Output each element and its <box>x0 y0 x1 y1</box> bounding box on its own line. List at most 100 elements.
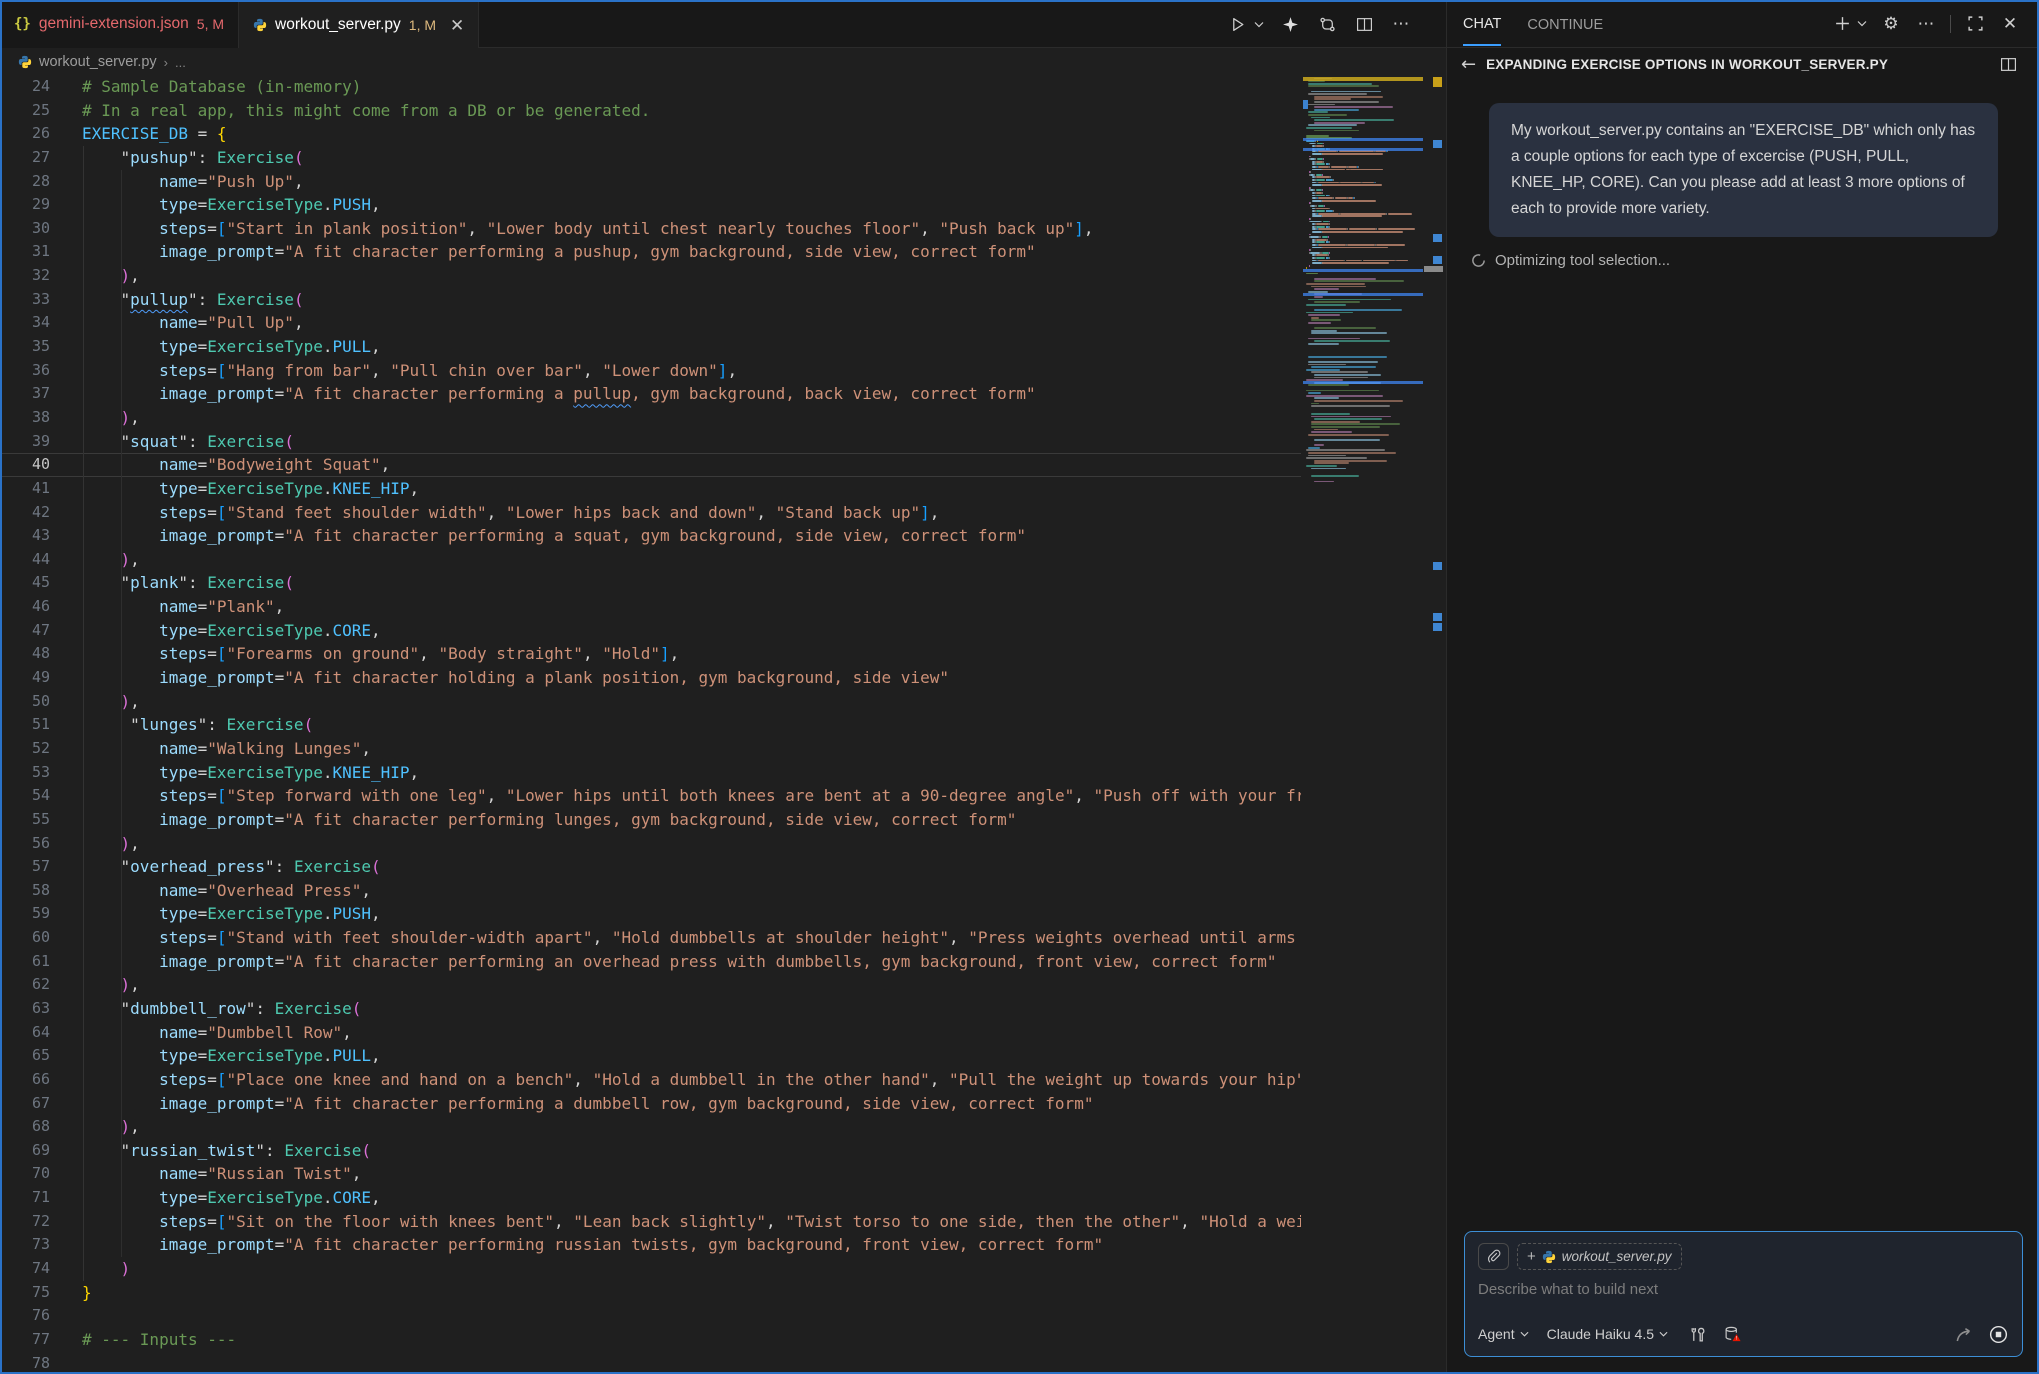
code-line[interactable]: 25# In a real app, this might come from … <box>0 99 1301 123</box>
code-line[interactable]: 34 name="Pull Up", <box>0 311 1301 335</box>
code-line[interactable]: 27 "pushup": Exercise( <box>0 146 1301 170</box>
attach-button[interactable] <box>1478 1243 1509 1270</box>
code-line[interactable]: 31 image_prompt="A fit character perform… <box>0 240 1301 264</box>
maximize-panel-icon[interactable] <box>1964 13 1986 35</box>
code-line[interactable]: 73 image_prompt="A fit character perform… <box>0 1233 1301 1257</box>
run-dropdown-chevron-icon[interactable] <box>1254 21 1264 28</box>
tab-workout-server-py[interactable]: workout_server.py 1, M ✕ <box>239 0 479 48</box>
code-line[interactable]: 71 type=ExerciseType.CORE, <box>0 1186 1301 1210</box>
overview-ruler[interactable] <box>1423 75 1445 1374</box>
close-panel-icon[interactable]: ✕ <box>1999 13 2021 35</box>
code-line[interactable]: 24# Sample Database (in-memory) <box>0 75 1301 99</box>
code-line[interactable]: 76 <box>0 1304 1301 1328</box>
code-line[interactable]: 58 name="Overhead Press", <box>0 879 1301 903</box>
code-line[interactable]: 30 steps=["Start in plank position", "Lo… <box>0 217 1301 241</box>
divider <box>1950 15 1951 33</box>
code-line[interactable]: 33 "pullup": Exercise( <box>0 288 1301 312</box>
code-line[interactable]: 60 steps=["Stand with feet shoulder-widt… <box>0 926 1301 950</box>
code-line[interactable]: 43 image_prompt="A fit character perform… <box>0 524 1301 548</box>
code-line[interactable]: 29 type=ExerciseType.PUSH, <box>0 193 1301 217</box>
code-line[interactable]: 66 steps=["Place one knee and hand on a … <box>0 1068 1301 1092</box>
code-line[interactable]: 47 type=ExerciseType.CORE, <box>0 619 1301 643</box>
open-changes-icon[interactable] <box>1316 13 1338 35</box>
code-line[interactable]: 55 image_prompt="A fit character perform… <box>0 808 1301 832</box>
new-chat-button[interactable] <box>1831 13 1853 35</box>
tab-chat[interactable]: CHAT <box>1463 2 1501 46</box>
code-line[interactable]: 78 <box>0 1352 1301 1374</box>
code-area[interactable]: 24# Sample Database (in-memory)25# In a … <box>0 75 1301 1374</box>
code-line[interactable]: 72 steps=["Sit on the floor with knees b… <box>0 1210 1301 1234</box>
breadcrumb[interactable]: workout_server.py › ... <box>0 49 1446 75</box>
code-line[interactable]: 69 "russian_twist": Exercise( <box>0 1139 1301 1163</box>
code-line[interactable]: 70 name="Russian Twist", <box>0 1162 1301 1186</box>
chat-input-placeholder[interactable]: Describe what to build next <box>1478 1281 2009 1298</box>
code-line[interactable]: 77# --- Inputs --- <box>0 1328 1301 1352</box>
editor-group: {} gemini-extension.json 5, M workout_se… <box>0 0 1446 1374</box>
tab-gemini-extension-json[interactable]: {} gemini-extension.json 5, M <box>0 0 239 48</box>
model-dropdown[interactable]: Claude Haiku 4.5 <box>1547 1326 1668 1342</box>
code-line[interactable]: 36 steps=["Hang from bar", "Pull chin ov… <box>0 359 1301 383</box>
code-line[interactable]: 32 ), <box>0 264 1301 288</box>
line-number: 71 <box>0 1186 50 1210</box>
info-marker <box>1433 623 1442 631</box>
code-line[interactable]: 28 name="Push Up", <box>0 170 1301 194</box>
more-actions-icon[interactable]: ⋯ <box>1915 13 1937 35</box>
mode-dropdown[interactable]: Agent <box>1478 1326 1529 1342</box>
mcp-server-warning-icon[interactable]: ! <box>1721 1323 1743 1345</box>
back-arrow-icon[interactable]: ← <box>1461 54 1476 75</box>
more-actions-icon[interactable]: ⋯ <box>1390 13 1412 35</box>
line-number: 29 <box>0 193 50 217</box>
tab-problems-badge: 1, M <box>409 17 436 33</box>
send-arrow-icon[interactable] <box>1952 1323 1974 1345</box>
tab-close-icon[interactable]: ✕ <box>450 17 464 34</box>
stop-button[interactable] <box>1987 1323 2009 1345</box>
code-line[interactable]: 53 type=ExerciseType.KNEE_HIP, <box>0 761 1301 785</box>
code-line[interactable]: 45 "plank": Exercise( <box>0 571 1301 595</box>
configure-tools-icon[interactable] <box>1686 1323 1708 1345</box>
chat-messages[interactable]: My workout_server.py contains an "EXERCI… <box>1447 80 2039 1231</box>
code-line[interactable]: 63 "dumbbell_row": Exercise( <box>0 997 1301 1021</box>
code-line[interactable]: 64 name="Dumbbell Row", <box>0 1021 1301 1045</box>
code-line[interactable]: 39 "squat": Exercise( <box>0 430 1301 454</box>
code-line[interactable]: 67 image_prompt="A fit character perform… <box>0 1092 1301 1116</box>
code-line[interactable]: 51 "lunges": Exercise( <box>0 713 1301 737</box>
split-editor-icon[interactable] <box>1353 13 1375 35</box>
code-line[interactable]: 44 ), <box>0 548 1301 572</box>
code-line[interactable]: 62 ), <box>0 973 1301 997</box>
code-line[interactable]: 46 name="Plank", <box>0 595 1301 619</box>
context-attachment-chip[interactable]: + workout_server.py <box>1517 1243 1682 1270</box>
code-line[interactable]: 49 image_prompt="A fit character holding… <box>0 666 1301 690</box>
code-line[interactable]: 38 ), <box>0 406 1301 430</box>
minimap[interactable] <box>1303 75 1423 1374</box>
tab-continue[interactable]: CONTINUE <box>1527 3 1603 45</box>
code-line[interactable]: 59 type=ExerciseType.PUSH, <box>0 902 1301 926</box>
open-chat-in-editor-icon[interactable] <box>1997 53 2019 75</box>
code-line[interactable]: 52 name="Walking Lunges", <box>0 737 1301 761</box>
code-line[interactable]: 41 type=ExerciseType.KNEE_HIP, <box>0 477 1301 501</box>
code-editor[interactable]: 24# Sample Database (in-memory)25# In a … <box>0 75 1446 1374</box>
minimap-highlight <box>1303 381 1423 384</box>
run-python-file-button[interactable] <box>1226 13 1248 35</box>
code-line[interactable]: 65 type=ExerciseType.PULL, <box>0 1044 1301 1068</box>
tab-label: gemini-extension.json <box>39 15 189 33</box>
code-line[interactable]: 75} <box>0 1281 1301 1305</box>
code-line[interactable]: 37 image_prompt="A fit character perform… <box>0 382 1301 406</box>
code-line[interactable]: 40 name="Bodyweight Squat", <box>0 453 1301 477</box>
code-line[interactable]: 48 steps=["Forearms on ground", "Body st… <box>0 642 1301 666</box>
code-line[interactable]: 26EXERCISE_DB = { <box>0 122 1301 146</box>
code-line[interactable]: 42 steps=["Stand feet shoulder width", "… <box>0 501 1301 525</box>
new-chat-dropdown-chevron-icon[interactable] <box>1857 20 1867 27</box>
code-line[interactable]: 54 steps=["Step forward with one leg", "… <box>0 784 1301 808</box>
code-line[interactable]: 68 ), <box>0 1115 1301 1139</box>
chevron-right-icon: › <box>164 55 168 70</box>
code-line[interactable]: 61 image_prompt="A fit character perform… <box>0 950 1301 974</box>
code-line[interactable]: 56 ), <box>0 832 1301 856</box>
sparkle-icon[interactable] <box>1279 13 1301 35</box>
code-line[interactable]: 35 type=ExerciseType.PULL, <box>0 335 1301 359</box>
minimap-highlight <box>1303 293 1423 296</box>
code-line[interactable]: 57 "overhead_press": Exercise( <box>0 855 1301 879</box>
chat-input-box[interactable]: + workout_server.py Describe what to bui… <box>1464 1231 2023 1357</box>
gear-icon[interactable]: ⚙ <box>1880 13 1902 35</box>
code-line[interactable]: 74 ) <box>0 1257 1301 1281</box>
code-line[interactable]: 50 ), <box>0 690 1301 714</box>
